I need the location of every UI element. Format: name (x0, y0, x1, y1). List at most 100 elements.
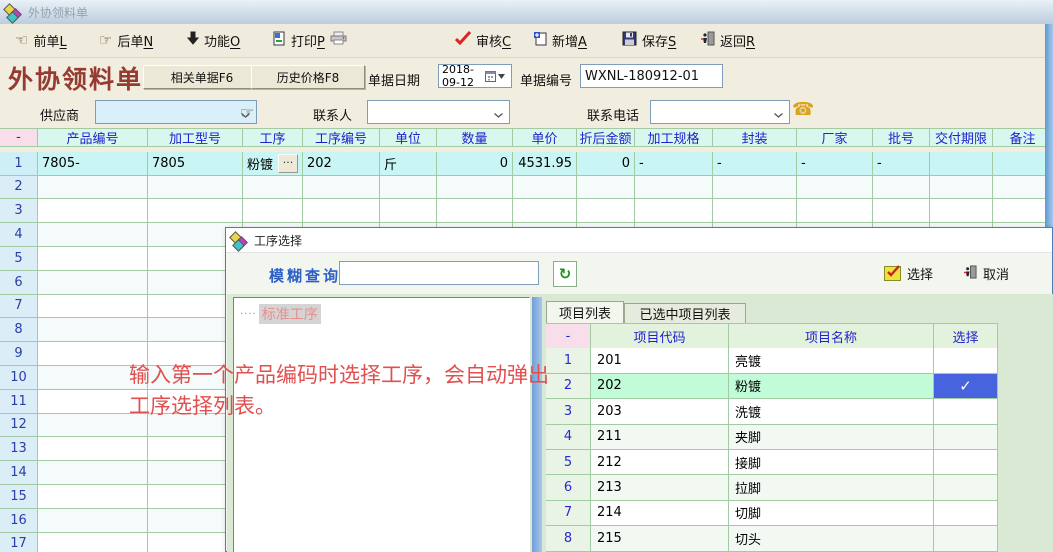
table-cell[interactable] (148, 176, 243, 200)
date-picker[interactable]: 2018-09-12 (438, 64, 512, 88)
phone-icon[interactable]: ☎ (792, 99, 814, 120)
table-cell[interactable]: - (873, 152, 930, 176)
process-code-cell[interactable]: 213 (591, 475, 729, 500)
process-name-cell[interactable]: 接脚 (729, 450, 934, 475)
select-cell[interactable] (934, 475, 998, 500)
row-number[interactable]: 8 (546, 526, 591, 551)
table-cell[interactable] (38, 485, 148, 509)
table-cell[interactable] (38, 247, 148, 271)
panel-splitter[interactable] (532, 297, 542, 552)
table-cell[interactable]: - (797, 152, 873, 176)
table-cell[interactable] (797, 176, 873, 200)
table-cell[interactable] (993, 199, 1053, 223)
row-number[interactable]: 1 (0, 152, 38, 176)
print-button[interactable]: 打印P (270, 27, 350, 53)
row-number[interactable]: 5 (546, 450, 591, 475)
table-cell[interactable] (930, 152, 993, 176)
table-cell[interactable] (38, 271, 148, 295)
table-cell[interactable] (38, 318, 148, 342)
row-number[interactable]: 11 (0, 390, 38, 414)
supplier-combobox[interactable] (95, 100, 257, 124)
table-cell[interactable]: 7805- (38, 152, 148, 176)
row-number[interactable]: 9 (0, 342, 38, 366)
row-number[interactable]: 1 (546, 348, 591, 373)
select-cell[interactable] (934, 450, 998, 475)
tree-node-standard-process[interactable]: ···· 标准工序 (240, 304, 529, 324)
table-cell[interactable] (437, 176, 513, 200)
row-number[interactable]: 12 (0, 414, 38, 438)
row-number[interactable]: 7 (0, 295, 38, 319)
process-name-cell[interactable]: 洗镀 (729, 399, 934, 424)
table-cell[interactable]: - (635, 152, 713, 176)
table-cell[interactable] (635, 176, 713, 200)
table-cell[interactable] (635, 199, 713, 223)
table-cell[interactable]: 斤 (380, 152, 437, 176)
table-cell[interactable] (713, 199, 797, 223)
table-cell[interactable] (380, 176, 437, 200)
select-cell[interactable] (934, 399, 998, 424)
table-cell[interactable] (930, 176, 993, 200)
select-button[interactable]: 选择 (884, 264, 933, 283)
tab-item-list[interactable]: 项目列表 (546, 301, 624, 323)
audit-button[interactable]: 审核C (452, 27, 514, 53)
row-number[interactable]: 8 (0, 318, 38, 342)
cancel-button[interactable]: 取消 (963, 264, 1009, 283)
fuzzy-search-input[interactable] (339, 261, 539, 285)
table-cell[interactable] (930, 199, 993, 223)
select-cell[interactable] (934, 501, 998, 526)
prev-doc-button[interactable]: ☜ 前单L (12, 27, 70, 53)
next-doc-button[interactable]: ☞ 后单N (96, 27, 156, 53)
row-number[interactable]: 17 (0, 533, 38, 552)
process-code-cell[interactable]: 201 (591, 348, 729, 373)
related-docs-button[interactable]: 相关单据F6 (143, 65, 261, 89)
table-cell[interactable]: 0 (437, 152, 513, 176)
process-code-cell[interactable]: 215 (591, 526, 729, 551)
window-titlebar[interactable]: 外协领料单 (0, 0, 1053, 24)
table-cell[interactable] (38, 223, 148, 247)
row-number[interactable]: 2 (0, 176, 38, 200)
table-cell[interactable]: 202 (303, 152, 380, 176)
table-cell[interactable] (303, 199, 380, 223)
doc-no-input[interactable]: WXNL-180912-01 (580, 64, 723, 88)
refresh-button[interactable]: ↻ (553, 261, 577, 287)
row-selected-check[interactable]: ✓ (934, 374, 998, 399)
table-cell[interactable] (993, 176, 1053, 200)
table-cell[interactable] (513, 176, 577, 200)
process-code-cell[interactable]: 212 (591, 450, 729, 475)
table-cell[interactable] (38, 199, 148, 223)
process-name-cell[interactable]: 拉脚 (729, 475, 934, 500)
table-cell[interactable]: - (713, 152, 797, 176)
row-number[interactable]: 4 (546, 425, 591, 450)
row-number[interactable]: 15 (0, 485, 38, 509)
phone-combobox[interactable] (650, 100, 790, 124)
table-cell[interactable] (577, 176, 635, 200)
process-code-cell[interactable]: 211 (591, 425, 729, 450)
table-cell[interactable]: 7805 (148, 152, 243, 176)
functions-button[interactable]: 功能O (184, 27, 243, 53)
process-code-cell[interactable]: 203 (591, 399, 729, 424)
table-cell[interactable] (38, 461, 148, 485)
table-cell[interactable]: 4531.95 (513, 152, 577, 176)
row-number[interactable]: 7 (546, 501, 591, 526)
table-cell[interactable] (437, 199, 513, 223)
select-cell[interactable] (934, 425, 998, 450)
process-name-cell[interactable]: 粉镀 (729, 374, 934, 399)
table-cell[interactable] (38, 176, 148, 200)
table-cell[interactable] (38, 295, 148, 319)
row-number[interactable]: 6 (0, 271, 38, 295)
table-cell[interactable]: 0 (577, 152, 635, 176)
table-cell[interactable] (38, 509, 148, 533)
dialog-titlebar[interactable]: 工序选择 (226, 228, 1052, 253)
row-number[interactable]: 13 (0, 437, 38, 461)
process-code-cell[interactable]: 202 (591, 374, 729, 399)
table-cell[interactable] (243, 176, 303, 200)
table-cell[interactable] (873, 176, 930, 200)
table-cell[interactable] (873, 199, 930, 223)
process-name-cell[interactable]: 切脚 (729, 501, 934, 526)
supplier-lookup-hand-icon[interactable]: ☞ (240, 103, 254, 122)
table-cell[interactable] (243, 199, 303, 223)
process-lookup-button[interactable]: ··· (278, 154, 298, 173)
row-number[interactable]: 2 (546, 374, 591, 399)
row-number[interactable]: 6 (546, 475, 591, 500)
row-number[interactable]: 3 (0, 199, 38, 223)
